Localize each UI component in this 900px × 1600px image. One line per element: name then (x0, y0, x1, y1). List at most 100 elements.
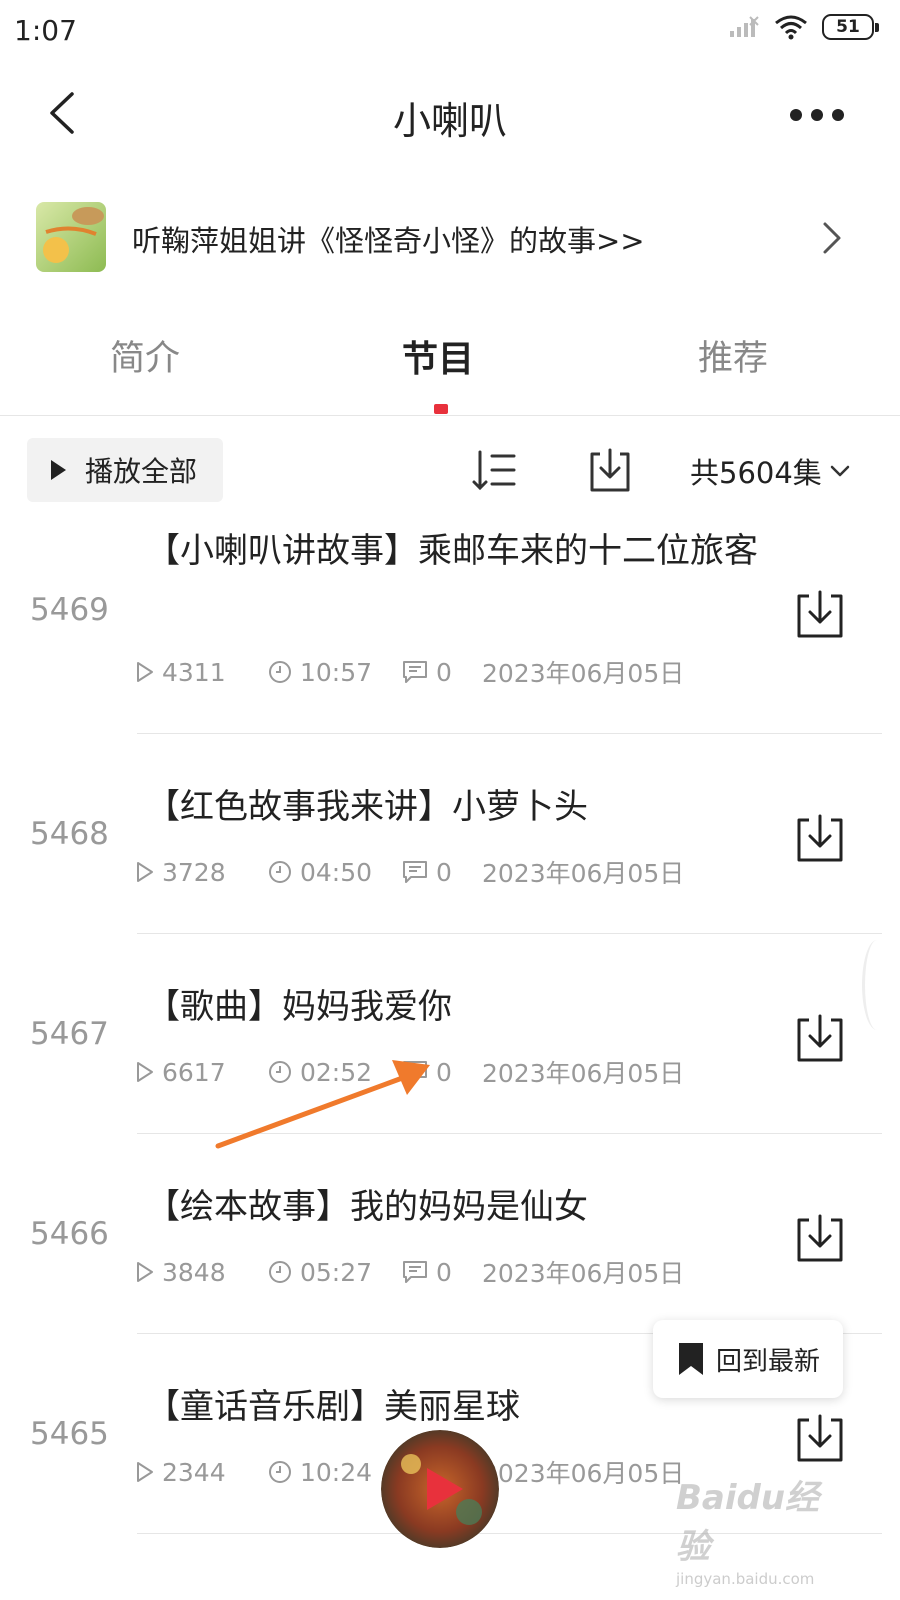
more-options-button[interactable] (790, 100, 850, 130)
nav-bar: 小喇叭 (0, 70, 900, 160)
play-count: 2344 (136, 1458, 268, 1487)
episode-meta: 6617 02:52 0 2023年06月05日 (136, 1054, 684, 1090)
comment-count: 0 (402, 858, 482, 887)
comment-count-value: 0 (436, 857, 452, 887)
episode-count-label: 共5604集 (690, 456, 822, 490)
mini-player[interactable] (381, 1430, 499, 1548)
publish-date: 2023年06月05日 (482, 859, 685, 888)
watermark-url: jingyan.baidu.com (676, 1570, 815, 1588)
row-divider (137, 733, 882, 734)
download-icon[interactable] (794, 1012, 846, 1064)
back-to-latest-button[interactable]: 回到最新 (653, 1320, 843, 1398)
battery-icon: 51 (822, 14, 879, 40)
list-toolbar: 播放全部 共5604集 (0, 438, 900, 504)
play-count-icon (137, 1062, 153, 1082)
duration-value: 04:50 (300, 857, 373, 887)
album-cover-image (36, 202, 106, 272)
chevron-right-icon (823, 222, 841, 254)
row-divider (137, 1133, 882, 1134)
duration-value: 02:52 (300, 1057, 373, 1087)
comment-icon (403, 1061, 427, 1083)
play-all-label: 播放全部 (85, 455, 198, 488)
comment-count-value: 0 (436, 1257, 452, 1287)
episode-number: 5468 (30, 816, 109, 852)
download-icon[interactable] (794, 1212, 846, 1264)
comment-count: 0 (402, 1058, 482, 1087)
episode-title: 【绘本故事】我的妈妈是仙女 (146, 1187, 588, 1227)
comment-icon (403, 661, 427, 683)
comment-count-value: 0 (436, 657, 452, 687)
play-count-icon (137, 1462, 153, 1482)
download-icon[interactable] (794, 588, 846, 640)
status-time: 1:07 (14, 14, 77, 47)
bookmark-icon (678, 1343, 703, 1375)
publish-date: 2023年06月05日 (482, 1259, 685, 1288)
comment-icon (403, 861, 427, 883)
watermark-logo: Baidu经验 (676, 1478, 820, 1567)
clock-icon (269, 1461, 291, 1483)
clock-icon (269, 1061, 291, 1083)
dot-icon (832, 109, 844, 121)
play-count-icon (137, 1262, 153, 1282)
comment-count-value: 0 (436, 1057, 452, 1087)
duration: 05:27 (268, 1258, 402, 1287)
episode-number: 5467 (30, 1016, 109, 1052)
chevron-down-icon (830, 465, 850, 477)
episode-count-dropdown[interactable]: 共5604集 (690, 450, 850, 492)
clock-icon (269, 1261, 291, 1283)
duration: 04:50 (268, 858, 402, 887)
episode-meta: 4311 10:57 0 2023年06月05日 (136, 654, 684, 690)
play-count-icon (137, 662, 153, 682)
play-count-icon (137, 862, 153, 882)
episode-number: 5465 (30, 1416, 109, 1452)
publish-date: 2023年06月05日 (482, 1459, 685, 1488)
duration: 10:57 (268, 658, 402, 687)
play-count: 6617 (136, 1058, 268, 1087)
signal-icon (730, 16, 759, 37)
play-count-value: 4311 (162, 657, 226, 687)
duration-value: 05:27 (300, 1257, 373, 1287)
publish-date: 2023年06月05日 (482, 1059, 685, 1088)
back-to-latest-label: 回到最新 (715, 1346, 820, 1377)
episode-title: 【小喇叭讲故事】乘邮车来的十二位旅客 (146, 531, 758, 571)
sort-icon[interactable] (470, 446, 518, 494)
comment-count: 0 (402, 1258, 482, 1287)
play-count-value: 3848 (162, 1257, 226, 1287)
status-bar: 1:07 51 (0, 0, 900, 62)
comment-icon (403, 1261, 427, 1283)
play-count: 3848 (136, 1258, 268, 1287)
play-count: 4311 (136, 658, 268, 687)
album-banner[interactable]: 听鞠萍姐姐讲《怪怪奇小怪》的故事>> (36, 202, 866, 274)
comment-count: 0 (402, 658, 482, 687)
duration-value: 10:57 (300, 657, 373, 687)
tab-intro[interactable]: 简介 (110, 330, 180, 381)
row-divider (137, 933, 882, 934)
play-icon (51, 460, 66, 480)
clock-icon (269, 661, 291, 683)
duration: 02:52 (268, 1058, 402, 1087)
side-drag-handle[interactable] (862, 940, 892, 1030)
status-icons: 51 (728, 14, 879, 40)
play-count: 3728 (136, 858, 268, 887)
publish-date: 2023年06月05日 (482, 659, 685, 688)
episode-title: 【歌曲】妈妈我爱你 (146, 987, 452, 1027)
play-all-button[interactable]: 播放全部 (27, 438, 223, 502)
download-icon[interactable] (794, 1412, 846, 1464)
tab-bar: 简介 节目 推荐 (0, 320, 900, 416)
duration-value: 10:24 (300, 1457, 373, 1487)
album-banner-text: 听鞠萍姐姐讲《怪怪奇小怪》的故事>> (132, 224, 645, 258)
watermark: Baidu经验 jingyan.baidu.com (676, 1470, 846, 1588)
play-count-value: 3728 (162, 857, 226, 887)
batch-download-icon[interactable] (586, 446, 634, 494)
download-icon[interactable] (794, 812, 846, 864)
wifi-icon (775, 15, 807, 40)
episode-meta: 3848 05:27 0 2023年06月05日 (136, 1254, 684, 1290)
dot-icon (790, 109, 802, 121)
tab-recommend[interactable]: 推荐 (698, 330, 768, 381)
dot-icon (811, 109, 823, 121)
episode-meta: 3728 04:50 0 2023年06月05日 (136, 854, 684, 890)
episode-title: 【红色故事我来讲】小萝卜头 (146, 787, 588, 827)
tab-programs[interactable]: 节目 (402, 330, 474, 382)
clock-icon (269, 861, 291, 883)
episode-number: 5469 (30, 592, 109, 628)
